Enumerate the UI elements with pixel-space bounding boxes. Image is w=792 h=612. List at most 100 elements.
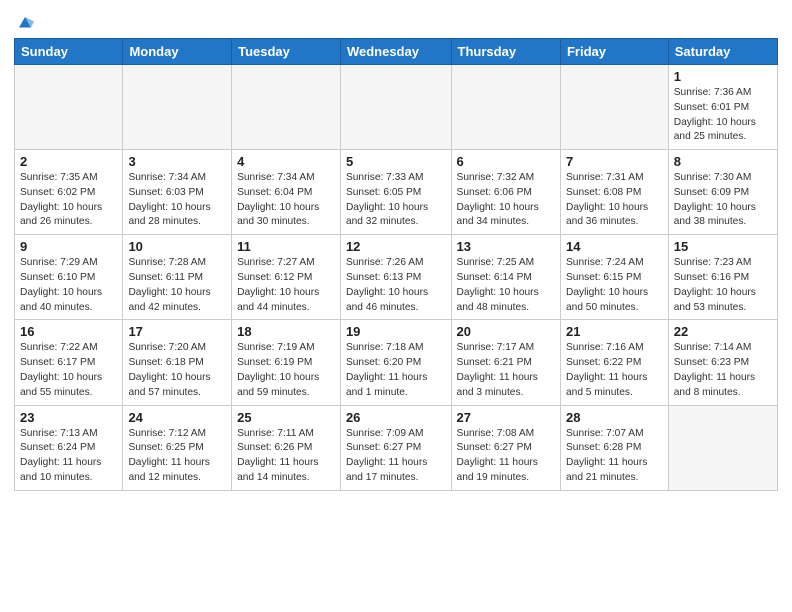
sunset-text: Sunset: 6:21 PM <box>457 357 532 368</box>
day-info: Sunrise: 7:29 AMSunset: 6:10 PMDaylight:… <box>20 256 117 315</box>
sunrise-text: Sunrise: 7:20 AM <box>128 342 206 353</box>
sunset-text: Sunset: 6:24 PM <box>20 442 95 453</box>
day-number: 26 <box>346 410 446 425</box>
logo-icon <box>16 14 34 32</box>
calendar-cell <box>15 65 123 150</box>
sunset-text: Sunset: 6:18 PM <box>128 357 203 368</box>
logo <box>14 14 34 32</box>
sunset-text: Sunset: 6:06 PM <box>457 187 532 198</box>
calendar-cell: 28 Sunrise: 7:07 AMSunset: 6:28 PMDayligh… <box>560 405 668 490</box>
sunset-text: Sunset: 6:03 PM <box>128 187 203 198</box>
daylight-text: Daylight: 10 hours and 59 minutes. <box>237 372 319 398</box>
sunset-text: Sunset: 6:05 PM <box>346 187 421 198</box>
daylight-text: Daylight: 10 hours and 34 minutes. <box>457 202 539 228</box>
day-number: 20 <box>457 324 555 339</box>
sunrise-text: Sunrise: 7:12 AM <box>128 428 206 439</box>
weekday-header-row: SundayMondayTuesdayWednesdayThursdayFrid… <box>15 39 778 65</box>
calendar-cell: 15 Sunrise: 7:23 AMSunset: 6:16 PMDayligh… <box>668 235 777 320</box>
day-number: 27 <box>457 410 555 425</box>
day-number: 28 <box>566 410 663 425</box>
day-info: Sunrise: 7:20 AM Sunset: 6:18 PM Daylight:… <box>128 341 226 400</box>
day-info: Sunrise: 7:07 AMSunset: 6:28 PMDaylight:… <box>566 427 663 486</box>
sunset-text: Sunset: 6:13 PM <box>346 272 421 283</box>
sunset-text: Sunset: 6:08 PM <box>566 187 641 198</box>
daylight-text: Daylight: 10 hours and 38 minutes. <box>674 202 756 228</box>
daylight-text: Daylight: 10 hours and 44 minutes. <box>237 287 319 313</box>
calendar-cell: 10Sunrise: 7:28 AMSunset: 6:11 PMDayligh… <box>123 235 232 320</box>
day-info: Sunrise: 7:23 AMSunset: 6:16 PMDaylight:… <box>674 256 772 315</box>
daylight-text: Daylight: 11 hours and 17 minutes. <box>346 457 427 483</box>
calendar-cell: 21Sunrise: 7:16 AMSunset: 6:22 PMDayligh… <box>560 320 668 405</box>
weekday-monday: Monday <box>123 39 232 65</box>
day-info: Sunrise: 7:34 AMSunset: 6:03 PMDaylight:… <box>128 171 226 230</box>
calendar-week-3: 9 Sunrise: 7:29 AMSunset: 6:10 PMDaylight… <box>15 235 778 320</box>
day-number: 10 <box>128 239 226 254</box>
daylight-text: Daylight: 10 hours and 53 minutes. <box>674 287 756 313</box>
sunset-text: Sunset: 6:15 PM <box>566 272 641 283</box>
calendar-week-2: 2Sunrise: 7:35 AMSunset: 6:02 PMDaylight… <box>15 150 778 235</box>
day-number: 23 <box>20 410 117 425</box>
daylight-text: Daylight: 11 hours and 21 minutes. <box>566 457 647 483</box>
daylight-text: Daylight: 11 hours and 5 minutes. <box>566 372 647 398</box>
calendar-cell: 19Sunrise: 7:18 AMSunset: 6:20 PMDayligh… <box>340 320 451 405</box>
sunset-text: Sunset: 6:12 PM <box>237 272 312 283</box>
daylight-text: Daylight: 10 hours and 50 minutes. <box>566 287 648 313</box>
sunrise-text: Sunrise: 7:26 AM <box>346 257 424 268</box>
calendar-cell: 6Sunrise: 7:32 AMSunset: 6:06 PMDaylight… <box>451 150 560 235</box>
calendar-cell: 20 Sunrise: 7:17 AM Sunset: 6:21 PM Dayligh… <box>451 320 560 405</box>
calendar-cell: 2Sunrise: 7:35 AMSunset: 6:02 PMDaylight… <box>15 150 123 235</box>
calendar-cell: 3Sunrise: 7:34 AMSunset: 6:03 PMDaylight… <box>123 150 232 235</box>
calendar-cell: 1Sunrise: 7:36 AMSunset: 6:01 PMDaylight… <box>668 65 777 150</box>
sunrise-text: Sunrise: 7:11 AM <box>237 428 314 439</box>
day-number: 1 <box>674 69 772 84</box>
daylight-text: Daylight: 10 hours and 57 minutes. <box>128 372 210 398</box>
day-number: 9 <box>20 239 117 254</box>
day-info: Sunrise: 7:08 AMSunset: 6:27 PMDaylight:… <box>457 427 555 486</box>
day-info: Sunrise: 7:12 AMSunset: 6:25 PMDaylight:… <box>128 427 226 486</box>
sunrise-text: Sunrise: 7:29 AM <box>20 257 98 268</box>
day-number: 2 <box>20 154 117 169</box>
sunrise-text: Sunrise: 7:36 AM <box>674 87 752 98</box>
daylight-text: Daylight: 10 hours and 32 minutes. <box>346 202 428 228</box>
day-number: 15 <box>674 239 772 254</box>
calendar-cell <box>340 65 451 150</box>
sunset-text: Sunset: 6:19 PM <box>237 357 312 368</box>
day-number: 17 <box>128 324 226 339</box>
weekday-saturday: Saturday <box>668 39 777 65</box>
sunset-text: Sunset: 6:09 PM <box>674 187 749 198</box>
day-info: Sunrise: 7:25 AMSunset: 6:14 PMDaylight:… <box>457 256 555 315</box>
daylight-text: Daylight: 11 hours and 3 minutes. <box>457 372 538 398</box>
day-info: Sunrise: 7:26 AMSunset: 6:13 PMDaylight:… <box>346 256 446 315</box>
sunset-text: Sunset: 6:14 PM <box>457 272 532 283</box>
sunset-text: Sunset: 6:25 PM <box>128 442 203 453</box>
day-number: 25 <box>237 410 335 425</box>
day-number: 21 <box>566 324 663 339</box>
daylight-text: Daylight: 11 hours and 14 minutes. <box>237 457 318 483</box>
day-info: Sunrise: 7:24 AMSunset: 6:15 PMDaylight:… <box>566 256 663 315</box>
weekday-friday: Friday <box>560 39 668 65</box>
daylight-text: Daylight: 11 hours and 19 minutes. <box>457 457 538 483</box>
sunrise-text: Sunrise: 7:31 AM <box>566 172 644 183</box>
calendar-cell: 7Sunrise: 7:31 AMSunset: 6:08 PMDaylight… <box>560 150 668 235</box>
sunrise-text: Sunrise: 7:33 AM <box>346 172 424 183</box>
sunrise-text: Sunrise: 7:35 AM <box>20 172 98 183</box>
calendar-cell <box>451 65 560 150</box>
day-number: 7 <box>566 154 663 169</box>
calendar-week-5: 23 Sunrise: 7:13 AMSunset: 6:24 PMDayligh… <box>15 405 778 490</box>
day-info: Sunrise: 7:14 AMSunset: 6:23 PMDaylight:… <box>674 341 772 400</box>
calendar-cell: 11Sunrise: 7:27 AMSunset: 6:12 PMDayligh… <box>232 235 341 320</box>
day-info: Sunrise: 7:32 AMSunset: 6:06 PMDaylight:… <box>457 171 555 230</box>
sunset-text: Sunset: 6:20 PM <box>346 357 421 368</box>
day-number: 13 <box>457 239 555 254</box>
sunrise-text: Sunrise: 7:14 AM <box>674 342 752 353</box>
calendar-cell: 25Sunrise: 7:11 AMSunset: 6:26 PMDayligh… <box>232 405 341 490</box>
sunrise-text: Sunrise: 7:22 AM <box>20 342 98 353</box>
day-number: 4 <box>237 154 335 169</box>
calendar: SundayMondayTuesdayWednesdayThursdayFrid… <box>14 38 778 491</box>
day-info: Sunrise: 7:13 AMSunset: 6:24 PMDaylight:… <box>20 427 117 486</box>
sunrise-text: Sunrise: 7:17 AM <box>457 342 535 353</box>
header <box>14 10 778 32</box>
sunset-text: Sunset: 6:27 PM <box>346 442 421 453</box>
day-number: 14 <box>566 239 663 254</box>
calendar-cell: 23 Sunrise: 7:13 AMSunset: 6:24 PMDayligh… <box>15 405 123 490</box>
